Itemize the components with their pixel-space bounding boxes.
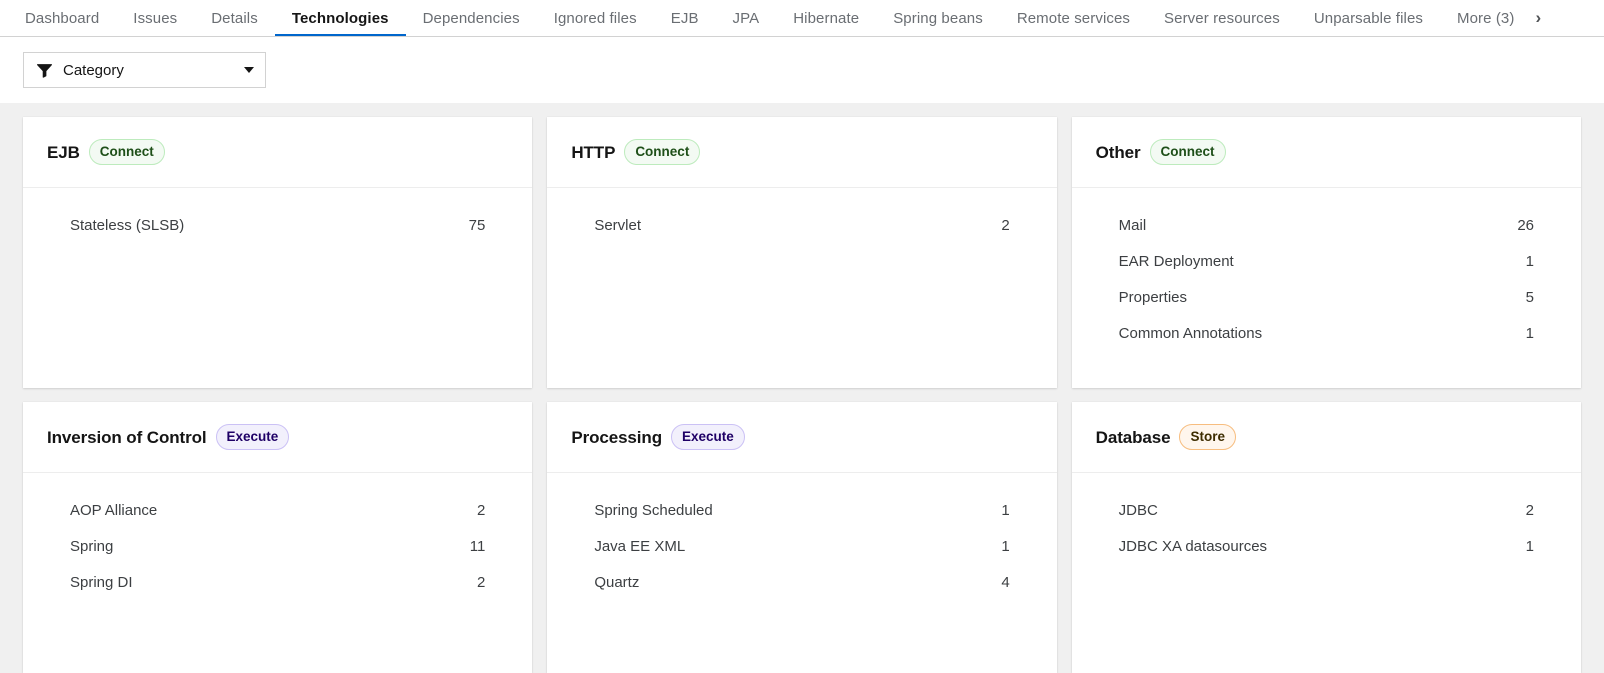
technology-row: JDBC 2: [1072, 492, 1581, 528]
technology-count: 2: [1001, 218, 1009, 233]
technology-row: JDBC XA datasources 1: [1072, 528, 1581, 564]
tab-scroll-right-icon[interactable]: ›: [1531, 0, 1555, 36]
technology-count: 2: [477, 503, 485, 518]
tab-jpa[interactable]: JPA: [716, 0, 777, 36]
technology-count: 2: [1526, 503, 1534, 518]
card-body: AOP Alliance 2 Spring 11 Spring DI 2: [23, 473, 532, 673]
technology-count: 26: [1517, 218, 1534, 233]
card-body: JDBC 2 JDBC XA datasources 1: [1072, 473, 1581, 673]
technology-card: EJB Connect Stateless (SLSB) 75: [23, 117, 532, 388]
technology-name: Spring Scheduled: [594, 503, 712, 518]
technology-name: Quartz: [594, 575, 639, 590]
technology-name: Java EE XML: [594, 539, 685, 554]
card-title: HTTP: [571, 144, 615, 161]
status-badge: Connect: [1150, 139, 1226, 166]
tab-dependencies[interactable]: Dependencies: [406, 0, 537, 36]
technology-row: Quartz 4: [547, 564, 1056, 600]
status-badge: Connect: [89, 139, 165, 166]
card-header: Other Connect: [1072, 117, 1581, 188]
technology-name: EAR Deployment: [1119, 254, 1234, 269]
technology-name: Spring DI: [70, 575, 133, 590]
tab-dashboard[interactable]: Dashboard: [8, 0, 116, 36]
card-body: Mail 26 EAR Deployment 1 Properties 5 Common A…: [1072, 188, 1581, 388]
tab-remote-services[interactable]: Remote services: [1000, 0, 1147, 36]
technology-count: 2: [477, 575, 485, 590]
tab-spring-beans[interactable]: Spring beans: [876, 0, 1000, 36]
category-filter-dropdown[interactable]: Category: [23, 52, 266, 88]
tab-unparsable-files[interactable]: Unparsable files: [1297, 0, 1440, 36]
technology-count: 75: [469, 218, 486, 233]
technology-row: Mail 26: [1072, 207, 1581, 243]
technology-name: Mail: [1119, 218, 1147, 233]
card-header: Processing Execute: [547, 402, 1056, 473]
card-title: Database: [1096, 429, 1171, 446]
main-tab-bar: DashboardIssuesDetailsTechnologiesDepend…: [0, 0, 1604, 37]
tab-ignored-files[interactable]: Ignored files: [537, 0, 654, 36]
technology-row: Spring 11: [23, 528, 532, 564]
technology-name: Stateless (SLSB): [70, 218, 184, 233]
technology-count: 5: [1526, 290, 1534, 305]
technology-card: ProcessingExecuteSpring Scheduled1Java E…: [547, 402, 1056, 673]
tab-hibernate[interactable]: Hibernate: [776, 0, 876, 36]
chevron-down-icon: [244, 67, 254, 73]
technology-name: JDBC: [1119, 503, 1158, 518]
category-filter-label: Category: [63, 63, 236, 78]
technology-count: 1: [1001, 503, 1009, 518]
technology-card-grid: EJB Connect Stateless (SLSB) 75 HTTP Connect S…: [0, 103, 1604, 673]
card-header: HTTP Connect: [547, 117, 1056, 188]
technology-count: 11: [470, 539, 486, 554]
card-header: Inversion of Control Execute: [23, 402, 532, 473]
status-badge: Execute: [671, 424, 745, 451]
technology-row: Common Annotations 1: [1072, 315, 1581, 351]
technology-name: AOP Alliance: [70, 503, 157, 518]
card-body: Servlet 2: [547, 188, 1056, 388]
tab-technologies[interactable]: Technologies: [275, 0, 406, 36]
technology-name: Common Annotations: [1119, 326, 1262, 341]
technology-card: Inversion of Control Execute AOP Alliance 2…: [23, 402, 532, 673]
technology-count: 1: [1001, 539, 1009, 554]
filter-toolbar: Category: [0, 37, 1604, 103]
technology-count: 1: [1526, 539, 1534, 554]
card-title: Other: [1096, 144, 1141, 161]
technology-count: 1: [1526, 326, 1534, 341]
technology-row: Spring Scheduled 1: [547, 492, 1056, 528]
technology-row: Java EE XML 1: [547, 528, 1056, 564]
technology-name: Properties: [1119, 290, 1187, 305]
tab-details[interactable]: Details: [194, 0, 275, 36]
technology-card: Database Store JDBC 2 JDBC XA datasources 1: [1072, 402, 1581, 673]
status-badge: Execute: [216, 424, 290, 451]
technology-row: Spring DI 2: [23, 564, 532, 600]
card-header: Database Store: [1072, 402, 1581, 473]
technology-count: 4: [1001, 575, 1009, 590]
tab-server-resources[interactable]: Server resources: [1147, 0, 1297, 36]
card-header: EJB Connect: [23, 117, 532, 188]
card-body: Stateless (SLSB) 75: [23, 188, 532, 388]
technology-row: EAR Deployment 1: [1072, 243, 1581, 279]
card-title: Processing: [571, 429, 662, 446]
card-title: EJB: [47, 144, 80, 161]
tab-more-3[interactable]: More (3): [1440, 0, 1531, 36]
technology-row: Servlet 2: [547, 207, 1056, 243]
technology-name: Servlet: [594, 218, 641, 233]
card-title: Inversion of Control: [47, 429, 207, 446]
technology-row: Properties 5: [1072, 279, 1581, 315]
tab-issues[interactable]: Issues: [116, 0, 194, 36]
technology-card: Other Connect Mail 26 EAR Deployment 1 Propert…: [1072, 117, 1581, 388]
funnel-icon: [37, 63, 52, 78]
technology-row: AOP Alliance 2: [23, 492, 532, 528]
technology-card: HTTP Connect Servlet 2: [547, 117, 1056, 388]
tab-ejb[interactable]: EJB: [654, 0, 716, 36]
status-badge: Connect: [624, 139, 700, 166]
technology-row: Stateless (SLSB) 75: [23, 207, 532, 243]
card-body: Spring Scheduled 1 Java EE XML 1 Quartz 4: [547, 473, 1056, 673]
technology-count: 1: [1526, 254, 1534, 269]
technology-name: JDBC XA datasources: [1119, 539, 1267, 554]
technology-name: Spring: [70, 539, 113, 554]
status-badge: Store: [1179, 424, 1236, 451]
